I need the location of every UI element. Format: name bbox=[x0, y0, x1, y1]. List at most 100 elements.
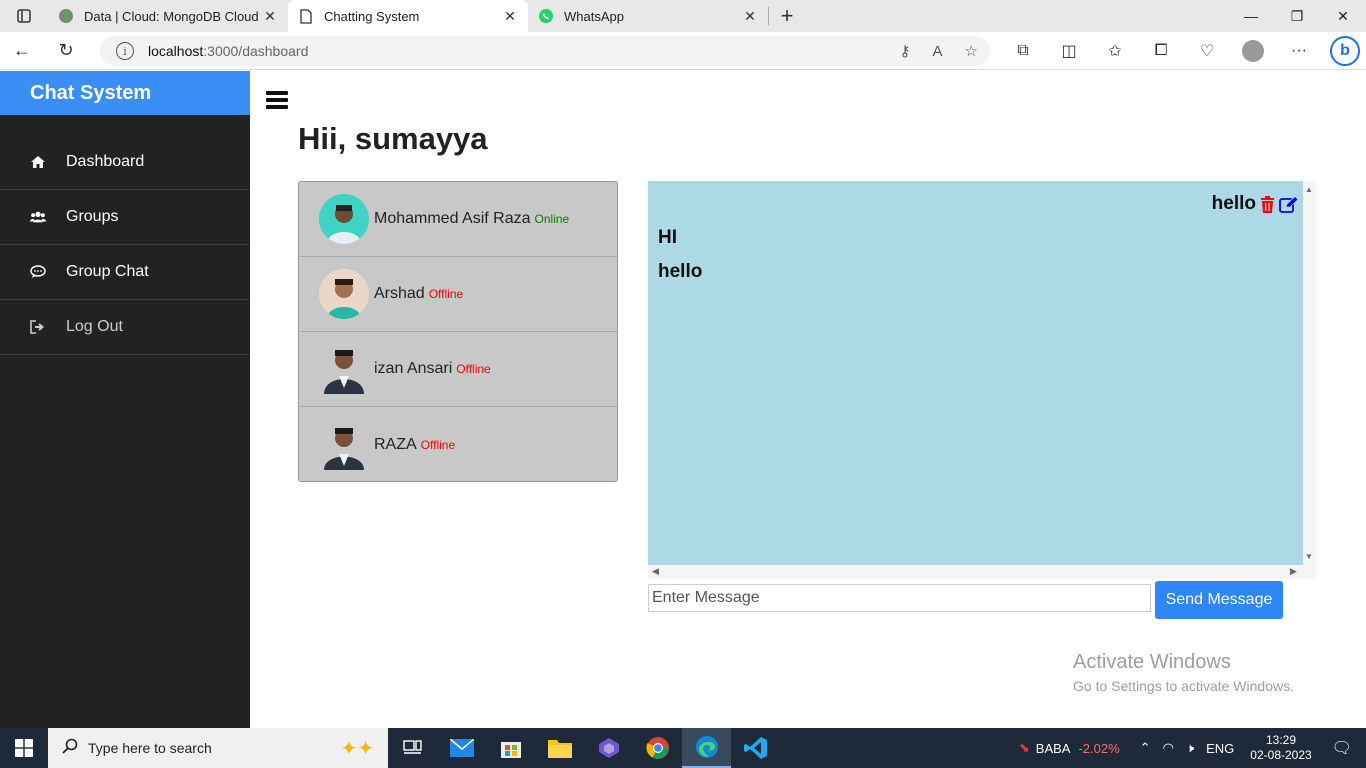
task-view-icon bbox=[402, 740, 422, 754]
menu-toggle-icon[interactable] bbox=[266, 91, 288, 109]
start-button[interactable] bbox=[0, 728, 48, 768]
key-icon[interactable]: ⚷ bbox=[900, 42, 911, 60]
notification-icon[interactable]: 🗨 bbox=[1332, 738, 1352, 758]
browser-tools: ⧉ ◫ ✩ ⧠ ♡ ··· b bbox=[1000, 32, 1366, 70]
close-icon[interactable]: ✕ bbox=[742, 8, 758, 25]
performance-button[interactable]: ♡ bbox=[1184, 32, 1230, 70]
message-input[interactable] bbox=[648, 584, 1151, 612]
more-button[interactable]: ··· bbox=[1276, 32, 1322, 70]
close-icon[interactable]: ✕ bbox=[502, 8, 518, 25]
copilot-app-button[interactable] bbox=[584, 728, 633, 768]
user-name: Mohammed Asif Raza bbox=[374, 210, 531, 227]
maximize-button[interactable]: ❐ bbox=[1274, 0, 1320, 32]
edit-icon[interactable] bbox=[1279, 195, 1299, 213]
clock[interactable]: 13:29 02-08-2023 bbox=[1250, 733, 1311, 763]
chrome-icon bbox=[645, 737, 669, 759]
stock-widget[interactable]: ⬊ BABA -2.02% bbox=[1019, 740, 1120, 756]
minimize-button[interactable]: — bbox=[1228, 0, 1274, 32]
back-button[interactable]: ← bbox=[0, 32, 44, 70]
favorite-star-icon[interactable]: ☆ bbox=[965, 42, 978, 60]
extensions-button[interactable]: ⧉ bbox=[1000, 32, 1046, 70]
close-icon[interactable]: ✕ bbox=[262, 8, 278, 25]
vscode-app-button[interactable] bbox=[731, 728, 780, 768]
home-icon bbox=[30, 155, 46, 169]
tab-label: Chatting System bbox=[324, 8, 420, 24]
taskbar-search[interactable]: Type here to search ✦✦ bbox=[48, 728, 388, 768]
tab-chatting-system[interactable]: Chatting System ✕ bbox=[288, 0, 528, 32]
stock-name: BABA bbox=[1035, 740, 1071, 756]
chevron-up-icon[interactable]: ⌃ bbox=[1140, 740, 1151, 756]
sidebar-item-label: Groups bbox=[66, 208, 119, 225]
system-tray: ⬊ BABA -2.02% ⌃ ◠ 🕨 ENG 13:29 02-08-2023… bbox=[1019, 728, 1366, 768]
store-app-button[interactable] bbox=[486, 728, 535, 768]
edge-app-button[interactable] bbox=[682, 728, 731, 768]
sidebar-item-groups[interactable]: Groups bbox=[0, 190, 250, 245]
clock-time: 13:29 bbox=[1265, 733, 1296, 747]
avatar bbox=[319, 344, 369, 394]
task-view-button[interactable] bbox=[388, 728, 437, 768]
tab-whatsapp[interactable]: WhatsApp ✕ bbox=[528, 0, 768, 32]
language-indicator[interactable]: ENG bbox=[1206, 741, 1234, 756]
volume-muted-icon[interactable]: 🕨 bbox=[1186, 740, 1194, 756]
new-tab-button[interactable]: + bbox=[769, 0, 805, 32]
scroll-down-arrow-icon[interactable]: ▼ bbox=[1305, 552, 1313, 561]
sidebar-item-dashboard[interactable]: Dashboard bbox=[0, 135, 250, 190]
user-list-item[interactable]: izan Ansari Offline bbox=[299, 332, 617, 407]
tab-actions-button[interactable] bbox=[0, 0, 48, 32]
refresh-button[interactable]: ↻ bbox=[44, 32, 88, 70]
mail-app-button[interactable] bbox=[437, 728, 486, 768]
file-explorer-button[interactable] bbox=[535, 728, 584, 768]
sidebar-item-group-chat[interactable]: Group Chat bbox=[0, 245, 250, 300]
status-badge: Offline bbox=[428, 287, 464, 301]
sidebar-item-label: Log Out bbox=[66, 318, 123, 335]
read-aloud-icon[interactable]: A bbox=[933, 43, 943, 60]
user-list-item[interactable]: RAZA Offline bbox=[299, 407, 617, 482]
trash-icon[interactable] bbox=[1260, 195, 1275, 213]
favorites-button[interactable]: ✩ bbox=[1092, 32, 1138, 70]
chat-messages: hello HI hello bbox=[648, 181, 1303, 565]
sidebar-item-logout[interactable]: Log Out bbox=[0, 300, 250, 355]
split-screen-button[interactable]: ◫ bbox=[1046, 32, 1092, 70]
avatar bbox=[319, 269, 369, 319]
user-list-item[interactable]: Mohammed Asif Raza Online bbox=[299, 182, 617, 257]
refresh-icon: ↻ bbox=[58, 40, 74, 60]
status-badge: Offline bbox=[456, 362, 491, 376]
tab-actions-icon bbox=[17, 9, 31, 23]
wifi-icon[interactable]: ◠ bbox=[1163, 740, 1174, 756]
brand-title[interactable]: Chat System bbox=[0, 71, 250, 115]
profile-button[interactable] bbox=[1230, 32, 1276, 70]
send-message-button[interactable]: Send Message bbox=[1155, 581, 1283, 619]
store-icon bbox=[500, 742, 521, 758]
chat-window[interactable]: hello HI hello ▲ ▼ ◀ ▶ bbox=[648, 181, 1316, 579]
scroll-up-arrow-icon[interactable]: ▲ bbox=[1305, 185, 1313, 194]
horizontal-scrollbar[interactable]: ◀ ▶ bbox=[648, 565, 1316, 579]
sidebar-item-label: Dashboard bbox=[66, 153, 145, 170]
scroll-right-arrow-icon[interactable]: ▶ bbox=[1290, 566, 1297, 577]
whatsapp-icon bbox=[538, 8, 554, 24]
taskbar: Type here to search ✦✦ ⬊ BABA -2.02% ⌃ ◠… bbox=[0, 728, 1366, 768]
user-list-item[interactable]: Arshad Offline bbox=[299, 257, 617, 332]
vertical-scrollbar[interactable]: ▲ ▼ bbox=[1303, 181, 1316, 565]
profile-avatar-icon bbox=[1242, 40, 1264, 62]
copilot-button[interactable]: b bbox=[1322, 32, 1366, 70]
watermark-subtitle: Go to Settings to activate Windows. bbox=[1073, 678, 1294, 694]
close-window-button[interactable]: ✕ bbox=[1320, 0, 1366, 32]
mail-icon bbox=[449, 739, 474, 757]
search-icon bbox=[62, 738, 78, 759]
chat-bubble-icon bbox=[30, 265, 46, 279]
collections-button[interactable]: ⧠ bbox=[1138, 32, 1184, 70]
user-name: Arshad bbox=[374, 285, 425, 302]
sidebar-item-label: Group Chat bbox=[66, 263, 149, 280]
info-icon[interactable]: i bbox=[116, 42, 134, 60]
status-badge: Offline bbox=[420, 437, 456, 452]
copilot-icon bbox=[598, 738, 619, 758]
clock-date: 02-08-2023 bbox=[1250, 748, 1312, 762]
received-message: hello bbox=[658, 261, 703, 282]
url-bar[interactable]: i localhost:3000/dashboard ⚷ A ☆ bbox=[100, 36, 990, 66]
edge-icon bbox=[695, 736, 718, 758]
user-name: izan Ansari bbox=[374, 360, 453, 377]
tab-mongodb[interactable]: Data | Cloud: MongoDB Cloud ✕ bbox=[48, 0, 288, 32]
main-content: Hii, sumayya Mohammed Asif Raza Online A… bbox=[250, 71, 1366, 728]
scroll-left-arrow-icon[interactable]: ◀ bbox=[652, 566, 659, 577]
chrome-app-button[interactable] bbox=[633, 728, 682, 768]
